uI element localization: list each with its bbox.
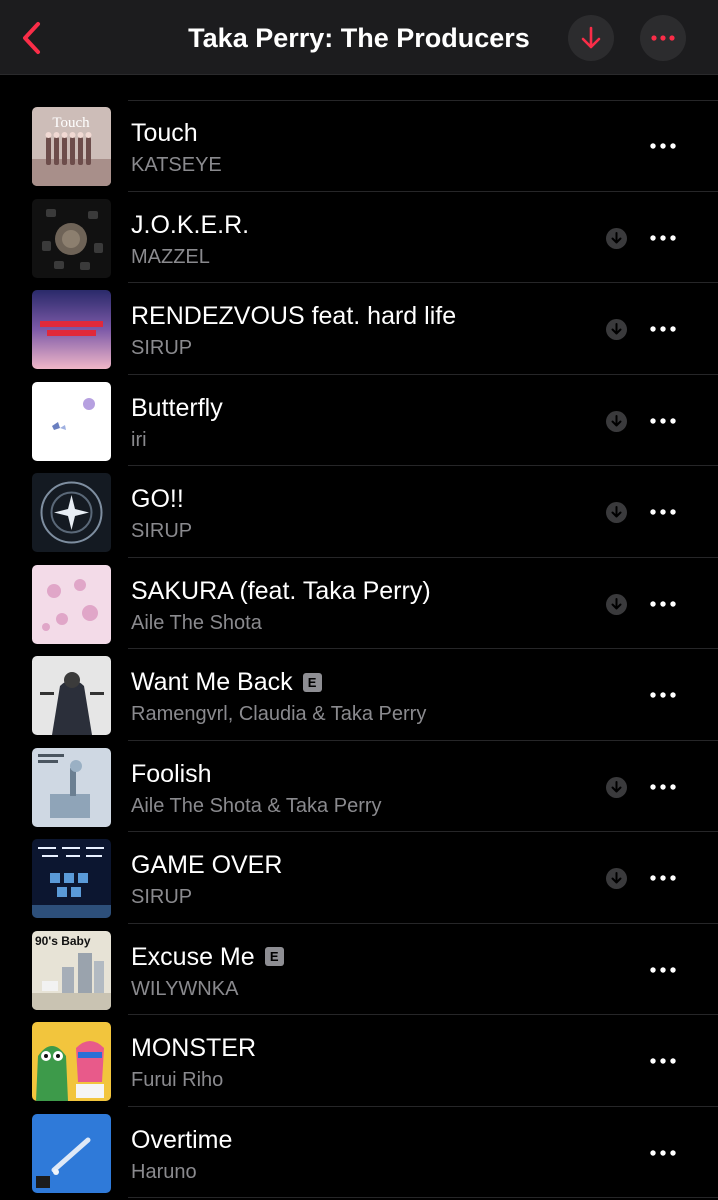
album-art	[32, 839, 111, 918]
ellipsis-icon	[650, 417, 676, 424]
song-artist: iri	[131, 428, 147, 451]
song-row[interactable]: SAKURA (feat. Taka Perry) Aile The Shota	[0, 558, 718, 650]
ellipsis-icon	[650, 875, 676, 881]
ellipsis-icon	[650, 1058, 676, 1064]
album-art	[32, 1113, 111, 1193]
song-title: GO!!	[131, 485, 184, 513]
downloaded-icon	[606, 319, 627, 340]
explicit-badge: E	[264, 947, 284, 966]
song-title: J.O.K.E.R.	[131, 210, 250, 239]
ellipsis-icon	[650, 1149, 676, 1156]
song-more-button[interactable]	[644, 956, 682, 984]
song-more-button[interactable]	[644, 498, 682, 526]
song-row[interactable]: GO!! SIRUP	[0, 466, 718, 558]
song-artist: SIRUP	[131, 520, 193, 542]
album-art	[32, 198, 111, 278]
song-title: Butterfly	[131, 393, 223, 422]
album-art	[32, 564, 111, 644]
album-art	[32, 1022, 111, 1101]
song-title: MONSTER	[131, 1034, 256, 1062]
song-more-button[interactable]	[644, 224, 682, 252]
song-title: Touch	[131, 119, 198, 147]
ellipsis-icon	[650, 966, 676, 973]
song-more-button[interactable]	[644, 864, 682, 892]
song-artist: MAZZEL	[131, 245, 210, 268]
downloaded-icon	[606, 227, 627, 249]
song-more-button[interactable]	[644, 773, 682, 801]
song-row[interactable]: Want Me Back E Ramengvrl, Claudia & Taka …	[0, 649, 718, 741]
song-artist: Haruno	[131, 1160, 197, 1183]
ellipsis-icon	[651, 35, 675, 41]
back-button[interactable]	[14, 20, 50, 56]
album-art: Touch	[32, 107, 111, 186]
song-row[interactable]: Overtime Haruno	[0, 1107, 718, 1199]
arrow-down-icon	[581, 26, 601, 49]
song-row[interactable]: Butterfly iri	[0, 375, 718, 467]
song-title: SAKURA (feat. Taka Perry)	[131, 576, 431, 605]
explicit-badge: E	[302, 672, 322, 692]
song-title: Foolish	[131, 759, 212, 788]
song-more-button[interactable]	[644, 1139, 682, 1167]
downloaded-icon	[606, 502, 627, 523]
album-art	[32, 473, 111, 552]
song-row[interactable]: MONSTER Furui Riho	[0, 1015, 718, 1107]
song-title: Overtime	[131, 1125, 233, 1154]
more-options-button[interactable]	[640, 15, 686, 61]
ellipsis-icon	[650, 326, 676, 332]
song-more-button[interactable]	[644, 681, 682, 709]
song-row[interactable]: Touch Touch KATSEYE	[0, 100, 718, 192]
song-more-button[interactable]	[644, 590, 682, 618]
album-art	[32, 747, 111, 827]
song-more-button[interactable]	[644, 132, 682, 160]
song-title: Excuse Me E	[131, 942, 284, 972]
album-art	[32, 290, 111, 369]
ellipsis-icon	[650, 783, 676, 790]
ellipsis-icon	[650, 234, 676, 241]
song-more-button[interactable]	[644, 315, 682, 343]
song-row[interactable]: 90's Baby Excuse Me E WILYWNKA	[0, 924, 718, 1016]
downloaded-icon	[606, 868, 627, 889]
ellipsis-icon	[650, 692, 676, 698]
song-artist: KATSEYE	[131, 154, 222, 176]
song-artist: SIRUP	[131, 337, 193, 359]
song-more-button[interactable]	[644, 407, 682, 435]
svg-text:90's Baby: 90's Baby	[35, 934, 91, 948]
song-row[interactable]: RENDEZVOUS feat. hard life SIRUP	[0, 283, 718, 375]
ellipsis-icon	[650, 600, 676, 607]
playlist-title: Taka Perry: The Producers	[188, 23, 530, 53]
song-more-button[interactable]	[644, 1047, 682, 1075]
song-artist: WILYWNKA	[131, 977, 239, 1000]
song-list: Touch Touch KATSEYE J.O.K.E.R. MAZZEL RE…	[0, 100, 718, 1198]
song-title: RENDEZVOUS feat. hard life	[131, 302, 457, 330]
song-artist: Aile The Shota & Taka Perry	[131, 794, 382, 817]
song-title: GAME OVER	[131, 851, 283, 879]
song-row[interactable]: GAME OVER SIRUP	[0, 832, 718, 924]
downloaded-icon	[606, 593, 627, 615]
ellipsis-icon	[650, 143, 676, 149]
album-art: 90's Baby	[32, 930, 111, 1010]
chevron-left-icon	[23, 22, 40, 54]
song-title: Want Me Back E	[131, 667, 322, 697]
song-artist: Aile The Shota	[131, 611, 262, 634]
song-row[interactable]: Foolish Aile The Shota & Taka Perry	[0, 741, 718, 833]
song-row[interactable]: J.O.K.E.R. MAZZEL	[0, 192, 718, 284]
download-button[interactable]	[568, 15, 614, 61]
song-artist: SIRUP	[131, 886, 193, 908]
downloaded-icon	[606, 776, 627, 798]
album-art	[32, 381, 111, 461]
ellipsis-icon	[650, 509, 676, 515]
song-artist: Furui Riho	[131, 1069, 224, 1091]
nav-header: Taka Perry: The Producers	[0, 0, 718, 75]
album-art	[32, 656, 111, 735]
song-artist: Ramengvrl, Claudia & Taka Perry	[131, 703, 427, 725]
svg-text:Touch: Touch	[52, 115, 90, 131]
downloaded-icon	[606, 410, 627, 432]
